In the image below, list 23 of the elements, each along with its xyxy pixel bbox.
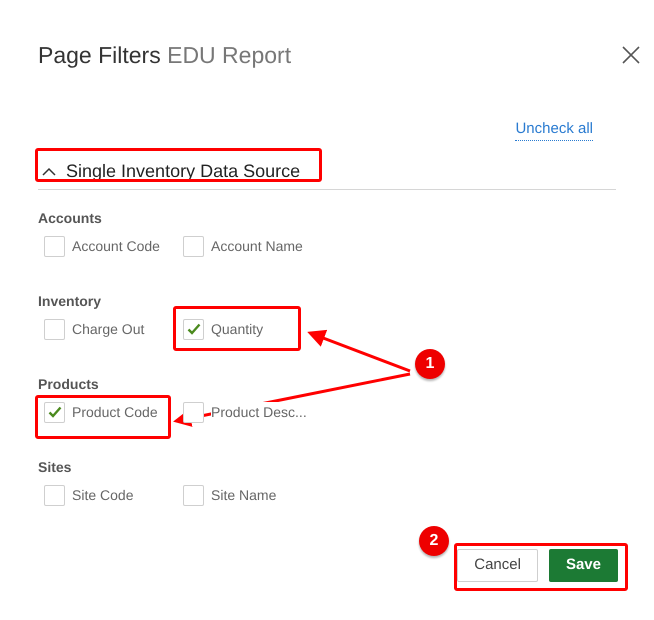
close-icon[interactable] (622, 46, 640, 64)
group-heading: Products (38, 375, 100, 394)
checkbox[interactable] (183, 318, 204, 340)
checkbox[interactable] (183, 484, 204, 506)
checkbox[interactable] (44, 484, 65, 506)
group-heading: Sites (38, 458, 72, 477)
chevron-icon (42, 166, 56, 176)
group-heading: Inventory (38, 292, 102, 311)
save-button[interactable]: Save (548, 549, 618, 582)
checkmark-icon (48, 406, 62, 418)
uncheck-all-link[interactable]: Uncheck all (515, 118, 593, 141)
dialog-title: Page Filters EDU Report (38, 41, 292, 70)
group-heading: Accounts (38, 209, 103, 228)
section-header[interactable]: Single Inventory Data Source (38, 158, 300, 184)
cancel-button[interactable]: Cancel (457, 549, 538, 582)
checkbox[interactable] (183, 402, 204, 422)
checkbox[interactable] (44, 402, 65, 422)
step-badge: 2 (419, 526, 449, 556)
checkbox[interactable] (44, 236, 65, 256)
checkbox[interactable] (44, 318, 65, 340)
checkbox[interactable] (183, 236, 204, 256)
step-badge: 1 (415, 349, 445, 379)
checkmark-icon (186, 323, 200, 335)
